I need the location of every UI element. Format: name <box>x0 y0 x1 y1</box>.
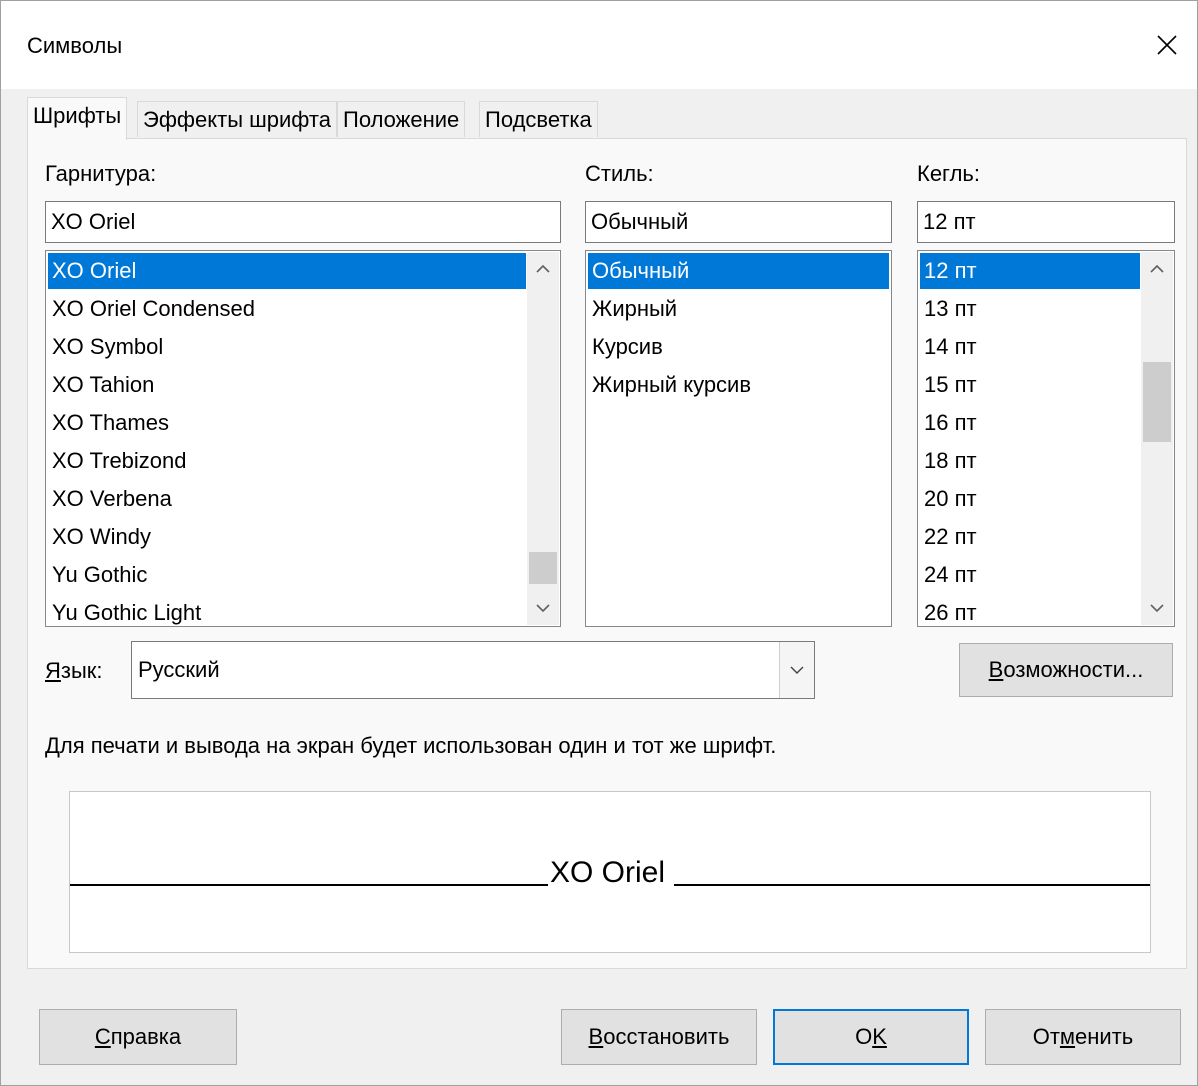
size-input[interactable]: 12 пт <box>917 201 1175 243</box>
help-button[interactable]: Справка <box>39 1009 237 1065</box>
size-scrollbar[interactable] <box>1141 252 1173 625</box>
list-item[interactable]: 20 пт <box>920 481 1140 517</box>
language-value: Русский <box>138 657 220 682</box>
title-bar: Символы <box>1 1 1197 89</box>
font-preview: XO Oriel <box>69 791 1151 953</box>
list-item[interactable]: XO Trebizond <box>48 443 526 479</box>
ok-button[interactable]: OK <box>773 1009 969 1065</box>
scroll-down-button[interactable] <box>1141 591 1173 625</box>
list-item[interactable]: 16 пт <box>920 405 1140 441</box>
list-item[interactable]: Yu Gothic Light <box>48 595 526 626</box>
reset-button[interactable]: Восстановить <box>561 1009 757 1065</box>
chevron-down-icon <box>1150 604 1164 613</box>
close-button[interactable] <box>1137 19 1197 71</box>
list-item[interactable]: Обычный <box>588 253 889 289</box>
style-listbox[interactable]: Жирный курсив Курсив Жирный Обычный <box>585 250 892 627</box>
symbols-dialog: Символы Шрифты Эффекты шрифта Положение … <box>0 0 1198 1086</box>
features-button[interactable]: Возможности... <box>959 643 1173 697</box>
list-item[interactable]: Курсив <box>588 329 889 365</box>
scroll-down-button[interactable] <box>527 591 559 625</box>
language-combobox[interactable]: Русский <box>131 641 815 699</box>
list-item[interactable]: XO Tahion <box>48 367 526 403</box>
list-item[interactable]: 26 пт <box>920 595 1140 626</box>
tab-fonts[interactable]: Шрифты <box>27 97 128 140</box>
style-input[interactable]: Обычный <box>585 201 892 243</box>
language-dropdown-button[interactable] <box>779 642 814 698</box>
dialog-title: Символы <box>27 33 123 58</box>
chevron-up-icon <box>1150 264 1164 273</box>
list-item[interactable]: 24 пт <box>920 557 1140 593</box>
list-item[interactable]: XO Oriel <box>48 253 526 289</box>
language-label: Язык: <box>45 658 103 683</box>
close-icon <box>1157 35 1177 55</box>
list-item[interactable]: XO Oriel Condensed <box>48 291 526 327</box>
size-listbox[interactable]: 26 пт 24 пт 22 пт 20 пт 18 пт 16 пт 15 пт 14 пт… <box>917 250 1175 627</box>
list-item[interactable]: Жирный курсив <box>588 367 889 403</box>
typeface-input[interactable]: XO Oriel <box>45 201 561 243</box>
list-item[interactable]: 18 пт <box>920 443 1140 479</box>
list-item[interactable]: 15 пт <box>920 367 1140 403</box>
typeface-label: Гарнитура: <box>45 161 157 186</box>
list-item[interactable]: 14 пт <box>920 329 1140 365</box>
typeface-listbox[interactable]: Yu Gothic Light Yu Gothic XO Windy XO Verbe… <box>45 250 561 627</box>
list-item[interactable]: 13 пт <box>920 291 1140 327</box>
info-text: Для печати и вывода на экран будет испол… <box>45 733 777 758</box>
tab-font-effects[interactable]: Эффекты шрифта <box>137 101 337 137</box>
size-label: Кегль: <box>917 161 981 186</box>
list-item[interactable]: XO Symbol <box>48 329 526 365</box>
list-item[interactable]: XO Windy <box>48 519 526 555</box>
cancel-button[interactable]: Отменить <box>985 1009 1181 1065</box>
chevron-down-icon <box>536 604 550 613</box>
typeface-scrollbar[interactable] <box>527 252 559 625</box>
list-item[interactable]: XO Verbena <box>48 481 526 517</box>
style-label: Стиль: <box>585 161 654 186</box>
list-item[interactable]: Yu Gothic <box>48 557 526 593</box>
list-item[interactable]: XO Thames <box>48 405 526 441</box>
tab-highlighting[interactable]: Подсветка <box>479 101 598 137</box>
tab-position[interactable]: Положение <box>337 101 466 137</box>
preview-baseline-left <box>70 884 548 886</box>
scroll-thumb[interactable] <box>529 552 557 584</box>
scroll-thumb[interactable] <box>1143 362 1171 442</box>
chevron-down-icon <box>790 666 804 674</box>
list-item[interactable]: 12 пт <box>920 253 1140 289</box>
preview-text: XO Oriel <box>550 856 666 889</box>
scroll-up-button[interactable] <box>527 252 559 286</box>
chevron-up-icon <box>536 264 550 273</box>
scroll-up-button[interactable] <box>1141 252 1173 286</box>
preview-baseline-right <box>674 884 1150 886</box>
list-item[interactable]: Жирный <box>588 291 889 327</box>
list-item[interactable]: 22 пт <box>920 519 1140 555</box>
